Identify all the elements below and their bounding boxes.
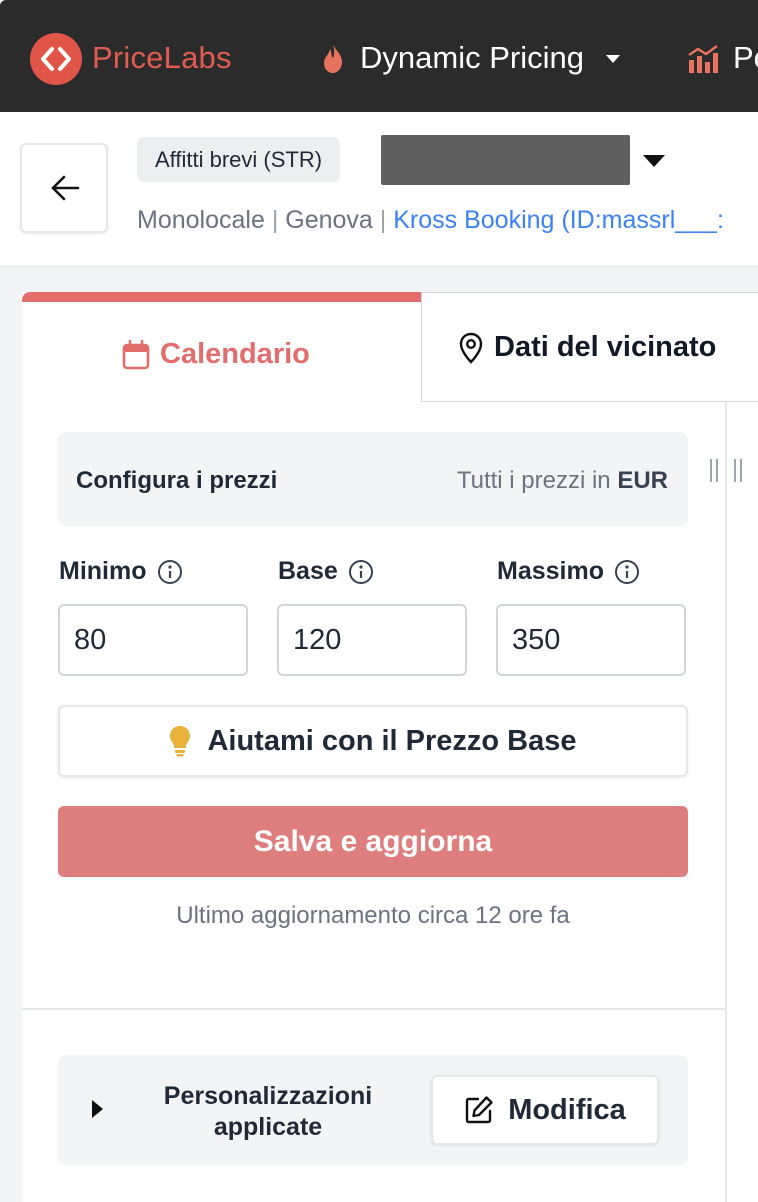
nav-item-dynamic-pricing[interactable]: Dynamic Pricing [360,40,584,76]
currency-note: Tutti i prezzi in EUR [457,467,668,495]
brand-name[interactable]: PriceLabs [92,40,232,76]
section-divider [22,1008,726,1010]
section-title: Configura i prezzi [76,467,278,494]
help-button-label: Aiutami con il Prezzo Base [207,724,577,757]
min-label-text: Minimo [59,557,147,585]
listing-meta: Monolocale | Genova | Kross Booking (ID:… [137,206,724,235]
base-price-help-button[interactable]: Aiutami con il Prezzo Base [58,705,688,777]
meta-separator: | [271,206,279,234]
tab-calendario[interactable]: Calendario [22,292,421,404]
min-price-label: Minimo [59,557,183,586]
top-nav: PriceLabs Dynamic Pricing Po [0,0,758,112]
pricelabs-logo-icon[interactable] [30,33,82,85]
pms-link[interactable]: Kross Booking (ID:massrl___: [393,206,724,234]
currency-prefix: Tutti i prezzi in [456,467,611,494]
listing-header: Affitti brevi (STR) Monolocale | Genova … [0,112,758,267]
resize-grip-icon[interactable] [706,456,746,486]
side-panel-edge [726,402,758,1202]
max-label-text: Massimo [497,557,604,585]
caret-right-icon[interactable] [92,1100,103,1118]
nav-item-portfolio[interactable]: Po [733,40,758,76]
min-price-input[interactable] [58,604,248,676]
tab-label: Dati del vicinato [494,331,717,363]
base-label-text: Base [278,557,338,585]
save-and-update-button[interactable]: Salva e aggiorna [58,806,688,877]
arrow-left-icon [51,175,80,201]
customizations-section: Personalizzazioni applicate Modifica [58,1055,688,1165]
last-update-text: Ultimo aggiornamento circa 12 ore fa [176,902,570,929]
info-icon[interactable] [157,559,183,585]
tab-dati-del-vicinato[interactable]: Dati del vicinato [421,292,758,402]
edit-button-label: Modifica [508,1093,626,1126]
currency-code: EUR [617,467,668,494]
back-button[interactable] [20,143,108,233]
chevron-down-icon[interactable] [606,55,620,63]
customizations-title[interactable]: Personalizzazioni applicate [153,1081,383,1143]
flame-icon [324,43,342,73]
base-price-input[interactable] [277,604,467,676]
edit-icon [465,1096,493,1124]
max-price-label: Massimo [497,557,640,586]
listing-city: Genova [285,206,373,234]
pricing-config-header: Configura i prezzi Tutti i prezzi in EUR [58,432,688,526]
listing-name-redacted[interactable] [381,135,630,185]
info-icon[interactable] [348,559,374,585]
info-icon[interactable] [614,559,640,585]
location-pin-icon [459,332,483,364]
listing-dropdown-chevron-icon[interactable] [643,155,665,167]
tab-label: Calendario [160,338,310,370]
edit-button[interactable]: Modifica [431,1075,659,1145]
calendar-icon [122,339,150,369]
listing-type-chip: Affitti brevi (STR) [137,137,341,182]
base-price-label: Base [278,557,374,586]
listing-room-type: Monolocale [137,206,265,234]
meta-separator: | [379,206,387,234]
lightbulb-icon [170,726,191,757]
chart-icon [688,44,718,73]
max-price-input[interactable] [496,604,686,676]
